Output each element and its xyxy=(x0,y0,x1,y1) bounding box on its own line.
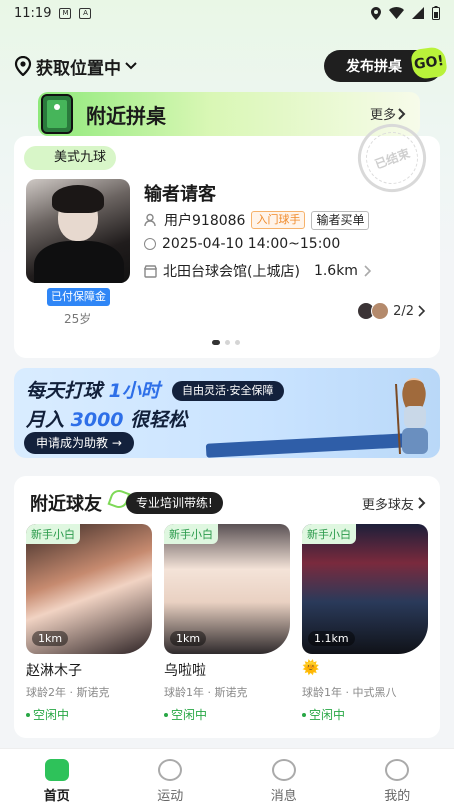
newbie-badge: 新手小白 xyxy=(26,524,80,544)
player-meta: 球龄2年 · 斯诺克 xyxy=(26,686,110,699)
coach-illustration xyxy=(395,378,428,455)
pool-table-icon xyxy=(41,94,73,134)
tab-sports[interactable]: 运动 xyxy=(114,749,228,808)
player-name: 乌啦啦 xyxy=(164,663,206,679)
venue-row[interactable]: 北田台球会馆(上城店) 1.6km xyxy=(144,261,372,281)
sports-icon xyxy=(158,759,183,781)
host-row: 用户918086 入门球手 输者买单 xyxy=(144,210,370,230)
status-bar: 11:19 M A xyxy=(0,0,454,26)
user-icon xyxy=(144,213,156,227)
host-avatar[interactable] xyxy=(26,179,130,283)
player-meta: 球龄1年 · 中式黑八 xyxy=(302,686,397,699)
chevron-right-icon xyxy=(364,265,372,277)
player-status: 空闲中 xyxy=(26,706,152,723)
chevron-right-icon xyxy=(418,497,426,509)
top-bar: 获取位置中 发布拼桌 GO! xyxy=(14,45,448,82)
apply-coach-button[interactable]: 申请成为助教 → xyxy=(24,432,134,454)
player-status: 空闲中 xyxy=(302,706,428,723)
notification-icon: M xyxy=(59,7,72,19)
location-selector[interactable]: 获取位置中 xyxy=(14,54,137,79)
chevron-right-icon xyxy=(398,107,406,120)
location-status-icon xyxy=(371,6,381,20)
clock-icon xyxy=(144,238,156,250)
promo-line-2: 月入 3000 很轻松 xyxy=(26,409,188,431)
nearby-players-card: 附近球友 专业培训带练! 更多球友 新手小白 1km 赵淋木子 球龄2年 · 斯… xyxy=(14,476,440,738)
player-status: 空闲中 xyxy=(164,706,290,723)
venue-distance: 1.6km xyxy=(313,263,358,279)
player-photo: 新手小白 1km xyxy=(26,524,152,654)
table-card[interactable]: 9 美式九球 已结束 已付保障金 25岁 输者请客 用户918086 入门球手 … xyxy=(14,114,440,358)
carousel-dots xyxy=(212,340,240,345)
host-age: 25岁 xyxy=(64,312,92,326)
time-row: 2025-04-10 14:00~15:00 xyxy=(144,236,340,252)
player-card[interactable]: 新手小白 1km 赵淋木子 球龄2年 · 斯诺克 空闲中 xyxy=(26,524,152,723)
store-icon xyxy=(144,264,157,278)
newbie-badge: 新手小白 xyxy=(302,524,356,544)
home-icon xyxy=(44,759,69,781)
tab-home[interactable]: 首页 xyxy=(0,749,114,808)
more-players-link[interactable]: 更多球友 xyxy=(362,494,426,513)
nearby-players-title: 附近球友 xyxy=(30,494,102,515)
signal-icon xyxy=(412,7,424,19)
chevron-down-icon xyxy=(125,62,137,70)
players-count[interactable]: 2/2 xyxy=(357,302,426,320)
newbie-badge: 新手小白 xyxy=(164,524,218,544)
message-icon xyxy=(271,759,296,781)
training-tag: 专业培训带练! xyxy=(126,492,223,514)
player-meta: 球龄1年 · 斯诺克 xyxy=(164,686,248,699)
nearby-tables-title: 附近拼桌 xyxy=(86,104,166,128)
player-photo: 新手小白 1.1km xyxy=(302,524,428,654)
player-card[interactable]: 新手小白 1.1km 🌞 球龄1年 · 中式黑八 空闲中 xyxy=(302,524,428,723)
player-avatar xyxy=(371,302,390,320)
player-card[interactable]: 新手小白 1km 乌啦啦 球龄1年 · 斯诺克 空闲中 xyxy=(164,524,290,723)
deposit-paid-badge: 已付保障金 xyxy=(47,288,110,306)
table-time: 2025-04-10 14:00~15:00 xyxy=(162,236,341,252)
promo-pill: 自由灵活·安全保障 xyxy=(172,381,284,401)
player-distance: 1km xyxy=(170,631,207,646)
app-icon: A xyxy=(79,7,92,19)
venue-name: 北田台球会馆(上城店) xyxy=(163,264,300,280)
rule-tag: 输者买单 xyxy=(311,210,370,230)
tab-profile[interactable]: 我的 xyxy=(341,749,454,808)
wifi-icon xyxy=(389,7,404,19)
level-tag: 入门球手 xyxy=(251,211,306,229)
battery-icon xyxy=(432,6,440,20)
publish-table-button[interactable]: 发布拼桌 GO! xyxy=(324,45,448,82)
publish-label: 发布拼桌 xyxy=(346,59,402,75)
players-label: 2/2 xyxy=(393,303,414,319)
table-title: 输者请客 xyxy=(144,184,216,205)
category-tag: 美式九球 xyxy=(24,146,117,170)
location-pin-icon xyxy=(14,56,32,76)
promo-line-1: 每天打球 1小时 xyxy=(26,380,160,402)
nearby-more-link[interactable]: 更多 xyxy=(370,104,406,123)
profile-icon xyxy=(385,759,410,781)
status-time: 11:19 xyxy=(14,5,52,21)
bottom-tab-bar: 首页 运动 消息 我的 xyxy=(0,748,454,808)
player-name: 赵淋木子 xyxy=(26,663,82,679)
player-photo: 新手小白 1km xyxy=(164,524,290,654)
tab-messages[interactable]: 消息 xyxy=(227,749,341,808)
chevron-right-icon xyxy=(418,305,426,317)
host-name: 用户918086 xyxy=(164,213,246,229)
more-label: 更多 xyxy=(369,108,396,123)
player-name: 🌞 xyxy=(302,660,320,676)
location-label: 获取位置中 xyxy=(36,58,121,79)
player-distance: 1.1km xyxy=(308,631,355,646)
coach-promo-banner[interactable]: 每天打球 1小时 自由灵活·安全保障 月入 3000 很轻松 申请成为助教 → xyxy=(14,368,440,458)
player-distance: 1km xyxy=(32,631,69,646)
